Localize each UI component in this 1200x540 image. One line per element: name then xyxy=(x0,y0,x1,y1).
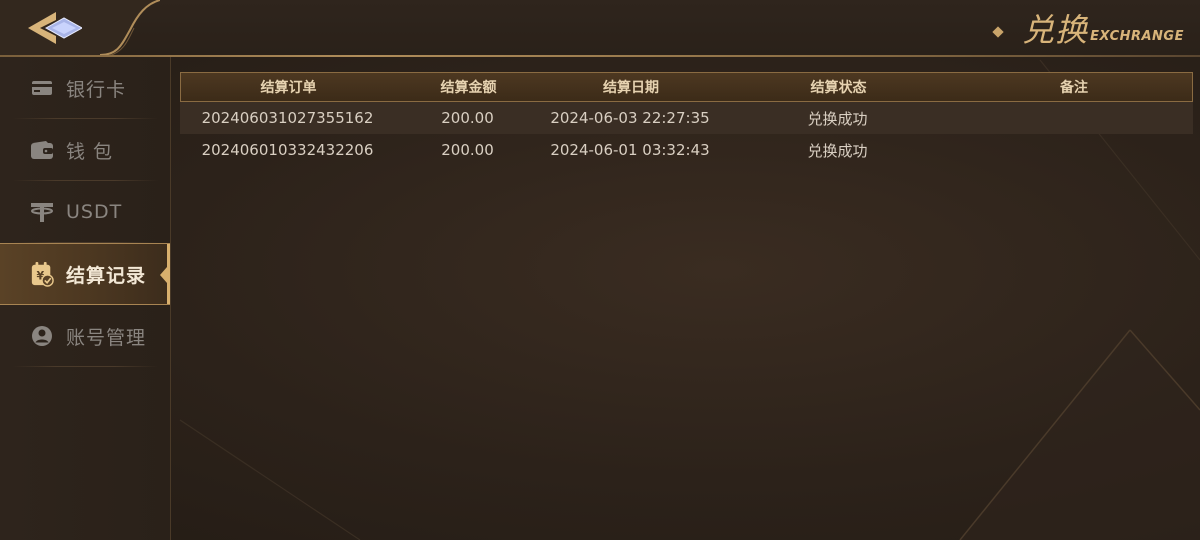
wallet-icon xyxy=(30,138,54,162)
tether-icon xyxy=(30,200,54,224)
sidebar-item-label: 结算记录 xyxy=(66,264,147,287)
amount-cell: 200.00 xyxy=(441,141,494,159)
page-title: 兑换 EXCHRANGE xyxy=(992,6,1184,50)
sidebar-item-label: 钱 包 xyxy=(66,140,114,163)
user-account-icon xyxy=(30,324,54,348)
amount-cell: 200.00 xyxy=(441,109,494,127)
sidebar-item-label: 银行卡 xyxy=(66,78,127,101)
bank-card-icon xyxy=(30,76,54,100)
page-title-cn: 兑换 xyxy=(1022,11,1089,49)
top-header: 兑换 EXCHRANGE xyxy=(0,0,1200,57)
page-title-en: EXCHRANGE xyxy=(1090,29,1184,44)
header-divider xyxy=(0,55,1200,57)
sidebar: 银行卡 钱 包 USDT ¥ 结算记录 账号管理 xyxy=(0,57,171,540)
sidebar-item-label: 账号管理 xyxy=(66,326,147,349)
title-diamond-icon xyxy=(992,26,1004,38)
sidebar-item-settlement-record[interactable]: ¥ 结算记录 xyxy=(0,243,170,305)
column-header-date: 结算日期 xyxy=(603,80,659,96)
divider xyxy=(12,366,158,367)
sidebar-item-wallet[interactable]: 钱 包 xyxy=(0,119,170,181)
active-indicator xyxy=(167,244,170,304)
order-id-cell: 202406031027355162 xyxy=(201,109,374,127)
back-arrow-icon xyxy=(26,10,84,50)
order-id-cell: 202406010332432206 xyxy=(201,141,374,159)
column-header-amount: 结算金额 xyxy=(440,80,497,96)
sidebar-item-label: USDT xyxy=(66,201,123,223)
column-header-order: 结算订单 xyxy=(260,80,317,96)
sidebar-item-account-management[interactable]: 账号管理 xyxy=(0,305,170,367)
status-cell: 兑换成功 xyxy=(807,141,868,160)
exchange-screen: 兑换 EXCHRANGE 银行卡 钱 包 USDT ¥ 结算记录 账号管理 结算… xyxy=(0,0,1200,540)
table-row[interactable]: 202406010332432206 200.00 2024-06-01 03:… xyxy=(180,134,1193,166)
column-header-remark: 备注 xyxy=(1060,80,1088,96)
column-header-status: 结算状态 xyxy=(810,80,867,96)
active-arrow-icon xyxy=(160,267,167,283)
table-header: 结算订单 结算金额 结算日期 结算状态 备注 xyxy=(180,72,1193,102)
status-cell: 兑换成功 xyxy=(807,109,868,128)
table-row[interactable]: 202406031027355162 200.00 2024-06-03 22:… xyxy=(180,102,1193,134)
date-cell: 2024-06-01 03:32:43 xyxy=(550,141,710,159)
sidebar-item-usdt[interactable]: USDT xyxy=(0,181,170,243)
settlement-table: 结算订单 结算金额 结算日期 结算状态 备注 20240603102735516… xyxy=(180,72,1193,166)
date-cell: 2024-06-03 22:27:35 xyxy=(550,109,710,127)
settlement-record-icon: ¥ xyxy=(30,262,54,287)
sidebar-item-bank-card[interactable]: 银行卡 xyxy=(0,57,170,119)
back-button[interactable] xyxy=(0,0,161,57)
